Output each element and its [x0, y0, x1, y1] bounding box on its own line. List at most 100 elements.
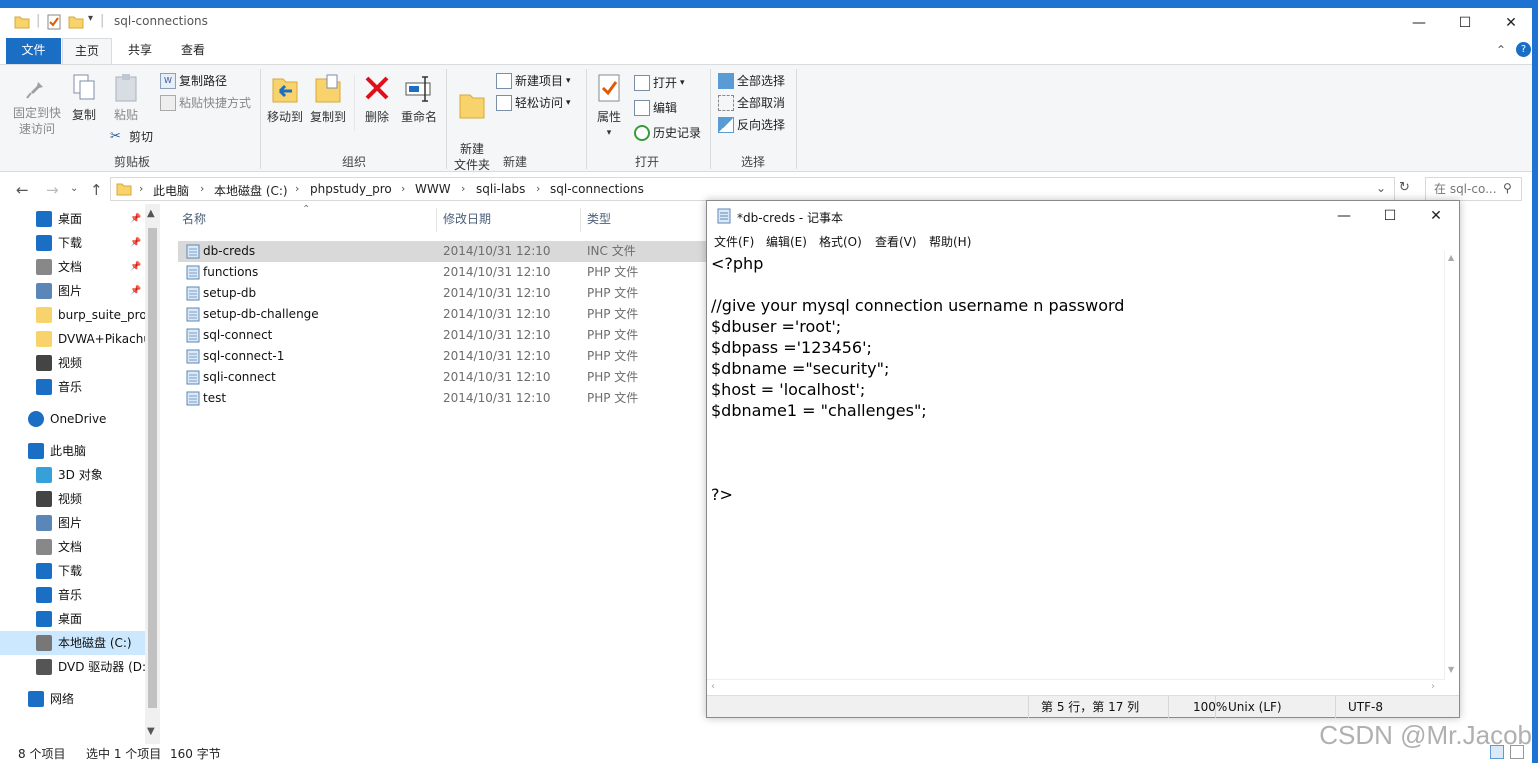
scroll-up-icon[interactable]: ▲: [147, 208, 155, 219]
menu-edit[interactable]: 编辑(E): [766, 233, 807, 250]
file-row[interactable]: db-creds 2014/10/31 12:10 INC 文件: [178, 241, 708, 262]
breadcrumb-sqli-labs[interactable]: sqli-labs: [476, 182, 525, 196]
scroll-right-icon[interactable]: ›: [1431, 681, 1435, 692]
address-bar[interactable]: › 此电脑 › 本地磁盘 (C:) › phpstudy_pro › WWW ›…: [110, 177, 1395, 201]
nav-item[interactable]: 音乐: [0, 375, 145, 399]
collapse-ribbon-icon[interactable]: ⌃: [1496, 43, 1506, 57]
nav-item[interactable]: 文档 📌: [0, 255, 145, 279]
nav-item[interactable]: OneDrive: [0, 407, 145, 431]
rename-button[interactable]: 重命名: [398, 73, 440, 125]
edit-button[interactable]: 编辑: [634, 98, 677, 118]
breadcrumb-www[interactable]: WWW: [415, 182, 451, 196]
copy-path-button[interactable]: W 复制路径: [160, 71, 227, 91]
nav-item[interactable]: 视频: [0, 351, 145, 375]
file-row[interactable]: sqli-connect 2014/10/31 12:10 PHP 文件: [178, 367, 708, 388]
nav-item[interactable]: 文档: [0, 535, 145, 559]
select-none-button[interactable]: 全部取消: [718, 93, 785, 113]
nav-item[interactable]: 本地磁盘 (C:): [0, 631, 145, 655]
tab-file[interactable]: 文件: [6, 38, 61, 64]
notepad-title-bar[interactable]: *db-creds - 记事本 — ☐ ✕: [707, 201, 1459, 231]
delete-button[interactable]: 删除: [362, 73, 392, 125]
nav-item[interactable]: DVWA+Pikachu: [0, 327, 145, 351]
nav-item[interactable]: 网络: [0, 687, 145, 711]
notepad-window[interactable]: *db-creds - 记事本 — ☐ ✕ 文件(F) 编辑(E) 格式(O) …: [706, 200, 1460, 718]
back-arrow-icon[interactable]: ←: [16, 181, 29, 199]
history-button[interactable]: 历史记录: [634, 123, 701, 143]
nav-item[interactable]: 桌面 📌: [0, 207, 145, 231]
nav-item[interactable]: 下载 📌: [0, 231, 145, 255]
open-button[interactable]: 打开 ▾: [634, 73, 685, 93]
address-dropdown-icon[interactable]: ⌄: [1376, 181, 1386, 195]
properties-qat-icon[interactable]: [46, 14, 62, 30]
tab-view[interactable]: 查看: [169, 38, 217, 64]
notepad-maximize-button[interactable]: ☐: [1367, 201, 1413, 231]
invert-selection-button[interactable]: 反向选择: [718, 115, 785, 135]
nav-scrollbar[interactable]: ▲ ▼: [145, 204, 160, 744]
recent-locations-icon[interactable]: ⌄: [70, 183, 78, 194]
file-row[interactable]: functions 2014/10/31 12:10 PHP 文件: [178, 262, 708, 283]
column-separator[interactable]: [436, 208, 437, 232]
new-folder-button[interactable]: 新建 文件夹: [452, 73, 492, 189]
nav-item[interactable]: 图片 📌: [0, 279, 145, 303]
new-folder-qat-icon[interactable]: [68, 14, 84, 30]
nav-item[interactable]: DVD 驱动器 (D:: [0, 655, 145, 679]
menu-view[interactable]: 查看(V): [875, 233, 917, 250]
select-all-button[interactable]: 全部选择: [718, 71, 785, 91]
breadcrumb-phpstudy[interactable]: phpstudy_pro: [310, 182, 392, 196]
file-row[interactable]: sql-connect 2014/10/31 12:10 PHP 文件: [178, 325, 708, 346]
breadcrumb-sql-connections[interactable]: sql-connections: [550, 182, 644, 196]
menu-file[interactable]: 文件(F): [714, 233, 754, 250]
nav-item[interactable]: 视频: [0, 487, 145, 511]
paste-shortcut-button[interactable]: 粘贴快捷方式: [160, 93, 251, 113]
maximize-button[interactable]: ☐: [1442, 8, 1488, 38]
properties-button[interactable]: 属性 ▾: [592, 73, 626, 141]
scroll-thumb[interactable]: [148, 228, 157, 708]
scroll-down-icon[interactable]: ▼: [1448, 665, 1454, 674]
breadcrumb-this-pc[interactable]: 此电脑: [153, 182, 189, 199]
nav-item[interactable]: burp_suite_pro: [0, 303, 145, 327]
file-row[interactable]: test 2014/10/31 12:10 PHP 文件: [178, 388, 708, 409]
minimize-button[interactable]: —: [1396, 8, 1442, 38]
notepad-text-area[interactable]: <?php //give your mysql connection userna…: [707, 251, 1445, 681]
scroll-down-icon[interactable]: ▼: [147, 726, 155, 737]
refresh-icon[interactable]: ↻: [1399, 180, 1410, 195]
explorer-title-bar[interactable]: | ▾ | sql-connections — ☐ ✕: [0, 8, 1532, 38]
up-arrow-icon[interactable]: ↑: [90, 181, 103, 199]
tab-home[interactable]: 主页: [62, 38, 112, 64]
menu-format[interactable]: 格式(O): [819, 233, 862, 250]
file-row[interactable]: sql-connect-1 2014/10/31 12:10 PHP 文件: [178, 346, 708, 367]
notepad-vertical-scrollbar[interactable]: ▲ ▼: [1444, 251, 1459, 679]
help-icon[interactable]: ?: [1516, 42, 1531, 57]
easy-access-button[interactable]: 轻松访问 ▾: [496, 93, 571, 113]
file-row[interactable]: setup-db 2014/10/31 12:10 PHP 文件: [178, 283, 708, 304]
paste-button[interactable]: 粘贴: [106, 73, 146, 123]
scroll-up-icon[interactable]: ▲: [1448, 253, 1454, 262]
copy-button[interactable]: 复制: [66, 73, 102, 123]
pin-quick-access-button[interactable]: 固定到快速访问: [10, 73, 64, 137]
column-separator[interactable]: [580, 208, 581, 232]
close-button[interactable]: ✕: [1488, 8, 1534, 38]
column-header-date[interactable]: 修改日期: [443, 210, 491, 227]
notepad-horizontal-scrollbar[interactable]: ‹ ›: [707, 679, 1445, 694]
notepad-minimize-button[interactable]: —: [1321, 201, 1367, 231]
nav-item[interactable]: 图片: [0, 511, 145, 535]
menu-help[interactable]: 帮助(H): [929, 233, 971, 250]
cut-button[interactable]: ✂ 剪切: [110, 127, 153, 147]
move-to-button[interactable]: 移动到: [266, 73, 304, 125]
scroll-left-icon[interactable]: ‹: [711, 681, 715, 692]
copy-to-button[interactable]: 复制到: [308, 73, 348, 125]
nav-item[interactable]: 下载: [0, 559, 145, 583]
nav-item[interactable]: 3D 对象: [0, 463, 145, 487]
tab-share[interactable]: 共享: [116, 38, 164, 64]
notepad-close-button[interactable]: ✕: [1413, 201, 1459, 231]
nav-item[interactable]: 桌面: [0, 607, 145, 631]
nav-item[interactable]: 此电脑: [0, 439, 145, 463]
nav-item[interactable]: 音乐: [0, 583, 145, 607]
column-header-name[interactable]: 名称: [182, 210, 206, 227]
file-row[interactable]: setup-db-challenge 2014/10/31 12:10 PHP 文件: [178, 304, 708, 325]
new-item-button[interactable]: 新建项目 ▾: [496, 71, 571, 91]
breadcrumb-local-disk[interactable]: 本地磁盘 (C:): [214, 182, 288, 199]
column-header-type[interactable]: 类型: [587, 210, 611, 227]
forward-arrow-icon[interactable]: →: [46, 181, 59, 199]
qat-dropdown-icon[interactable]: ▾: [88, 13, 93, 24]
